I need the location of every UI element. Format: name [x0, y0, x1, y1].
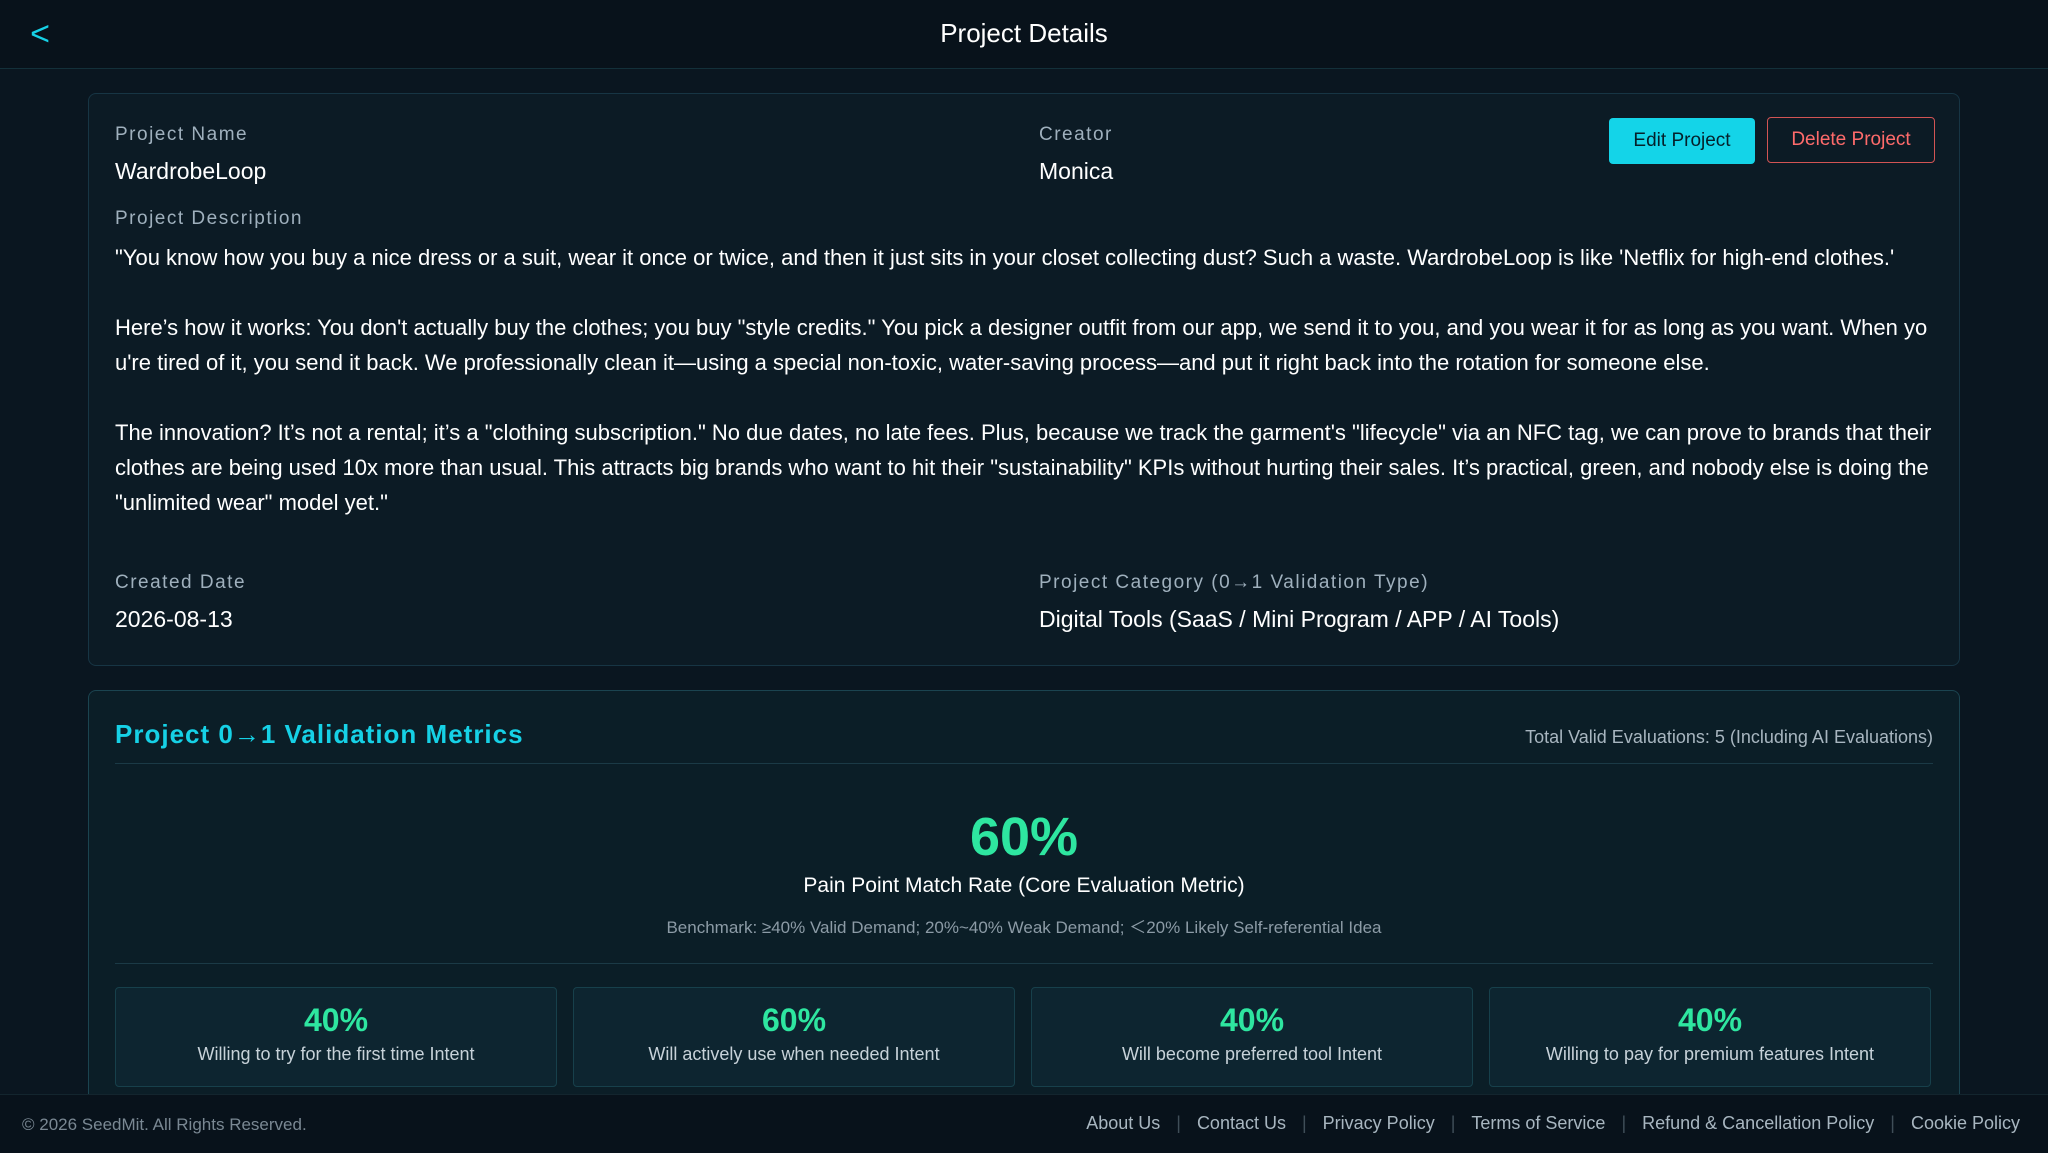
validation-metrics-card: Project 0→1 Validation Metrics Total Val… [88, 690, 1960, 1110]
metric-value: 40% [1219, 1002, 1285, 1038]
metric-value: 40% [1677, 1002, 1743, 1038]
creator-label: Creator [1039, 124, 1113, 145]
metric-card-use-intent: 60% Will actively use when needed Intent [573, 987, 1015, 1087]
footer-link-about[interactable]: About Us [1086, 1113, 1160, 1134]
metric-card-pay-intent: 40% Willing to pay for premium features … [1489, 987, 1931, 1087]
page-title: Project Details [940, 18, 1108, 48]
metric-label: Willing to try for the first time Intent [197, 1044, 475, 1064]
metrics-title: Project 0→1 Validation Metrics [115, 719, 524, 749]
footer: © 2026 SeedMit. All Rights Reserved. Abo… [0, 1094, 2048, 1153]
edit-project-button[interactable]: Edit Project [1609, 118, 1755, 164]
metric-label: Will actively use when needed Intent [648, 1044, 940, 1064]
divider [115, 763, 1933, 764]
project-name: WardrobeLoop [115, 158, 267, 184]
footer-link-refund[interactable]: Refund & Cancellation Policy [1642, 1113, 1874, 1134]
created-date: 2026-08-13 [115, 606, 233, 632]
created-date-label: Created Date [115, 572, 247, 593]
project-description-label: Project Description [115, 208, 303, 229]
total-evaluations: Total Valid Evaluations: 5 (Including AI… [1525, 727, 1933, 747]
separator: | [1890, 1113, 1895, 1133]
footer-link-cookie[interactable]: Cookie Policy [1911, 1113, 2020, 1134]
project-description: "You know how you buy a nice dress or a … [115, 240, 1935, 520]
pain-point-match-rate: 60% [969, 807, 1079, 867]
top-bar: < Project Details [0, 0, 2048, 69]
description-paragraph: The innovation? It’s not a rental; it’s … [115, 420, 1932, 515]
delete-project-button[interactable]: Delete Project [1767, 117, 1935, 163]
divider [115, 963, 1933, 964]
metric-card-preferred-intent: 40% Will become preferred tool Intent [1031, 987, 1473, 1087]
project-info-card: Project Name WardrobeLoop Creator Monica… [88, 93, 1960, 666]
benchmark-text: Benchmark: ≥40% Valid Demand; 20%~40% We… [666, 918, 1382, 937]
metric-label: Willing to pay for premium features Inte… [1545, 1044, 1875, 1064]
project-name-label: Project Name [115, 124, 249, 145]
description-paragraph: Here’s how it works: You don't actually … [115, 315, 1928, 375]
footer-links: About Us | Contact Us | Privacy Policy |… [1086, 1113, 2020, 1134]
metric-card-try-intent: 40% Willing to try for the first time In… [115, 987, 557, 1087]
separator: | [1301, 1113, 1307, 1133]
metric-label: Will become preferred tool Intent [1121, 1044, 1383, 1064]
metric-value: 60% [761, 1002, 827, 1038]
creator-name: Monica [1039, 158, 1114, 184]
copyright-text: © 2026 SeedMit. All Rights Reserved. [22, 1115, 307, 1134]
footer-link-contact[interactable]: Contact Us [1197, 1113, 1286, 1134]
metric-value: 40% [303, 1002, 369, 1038]
footer-link-terms[interactable]: Terms of Service [1471, 1113, 1605, 1134]
description-paragraph: "You know how you buy a nice dress or a … [115, 245, 1895, 270]
project-category-label: Project Category (0→1 Validation Type) [1039, 572, 1430, 593]
pain-point-match-label: Pain Point Match Rate (Core Evaluation M… [803, 874, 1245, 897]
separator: | [1176, 1113, 1181, 1133]
separator: | [1450, 1113, 1456, 1133]
project-category: Digital Tools (SaaS / Mini Program / APP… [1039, 606, 1560, 632]
separator: | [1621, 1113, 1627, 1133]
footer-link-privacy[interactable]: Privacy Policy [1323, 1113, 1435, 1134]
